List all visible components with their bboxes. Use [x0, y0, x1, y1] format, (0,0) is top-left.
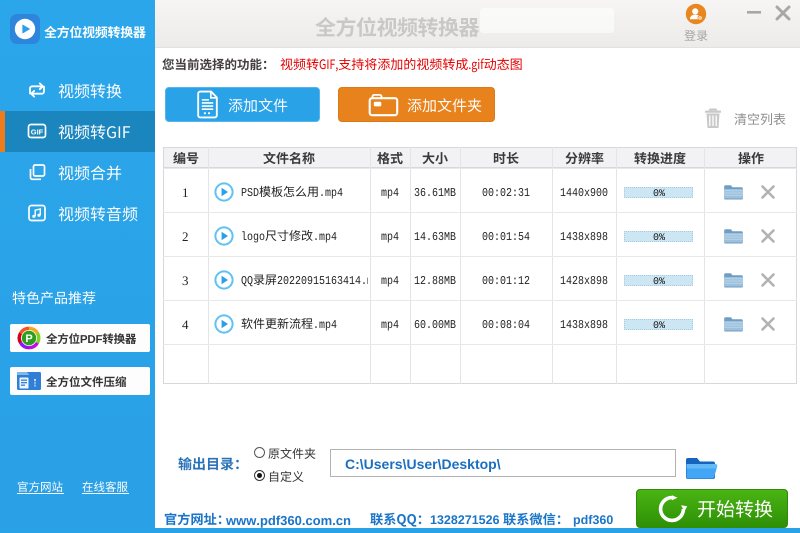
- svg-text:P: P: [25, 333, 32, 345]
- svg-text:GIF: GIF: [31, 128, 44, 137]
